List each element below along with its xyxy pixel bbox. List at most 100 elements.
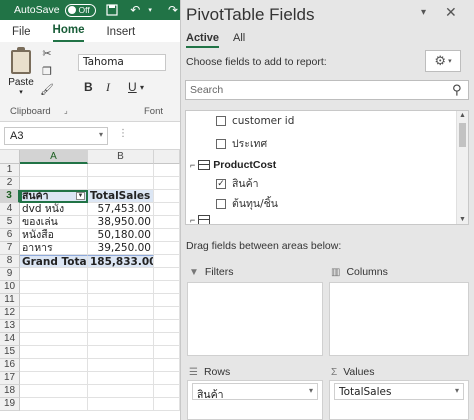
cell-c[interactable] <box>154 307 180 320</box>
chevron-down-icon[interactable]: ▾ <box>455 386 459 395</box>
cell-a[interactable]: Grand Total <box>20 255 88 268</box>
cell-b[interactable] <box>88 346 154 359</box>
cell-b[interactable] <box>88 385 154 398</box>
cell-a[interactable]: ของเล่น <box>20 216 88 229</box>
row-labels-filter-icon[interactable]: ▼ <box>76 192 85 200</box>
cell-a[interactable] <box>20 385 88 398</box>
italic-button[interactable]: I <box>106 80 110 95</box>
cell-b[interactable] <box>88 372 154 385</box>
row-header[interactable]: 4 <box>0 203 20 216</box>
field-cost-per-unit[interactable]: ต้นทุน/ชิ้น <box>216 195 278 212</box>
cell-c[interactable] <box>154 359 180 372</box>
row-header[interactable]: 15 <box>0 346 20 359</box>
row-header[interactable]: 18 <box>0 385 20 398</box>
paste-button[interactable]: Paste ▾ <box>6 47 36 100</box>
autosave-toggle[interactable]: Off <box>64 3 97 17</box>
clipboard-launcher-icon[interactable]: ⌟ <box>64 106 68 115</box>
cell-c[interactable] <box>154 320 180 333</box>
cell-c[interactable] <box>154 242 180 255</box>
cell-b[interactable]: TotalSales <box>88 190 154 203</box>
formula-bar-splitter[interactable]: ⋮ <box>118 128 129 139</box>
cell-b[interactable] <box>88 398 154 411</box>
tab-active[interactable]: Active <box>186 32 220 48</box>
table-next-partial[interactable]: ⌐ <box>190 215 213 224</box>
row-header[interactable]: 17 <box>0 372 20 385</box>
cell-a[interactable]: หนังสือ <box>20 229 88 242</box>
cell-c[interactable] <box>154 294 180 307</box>
save-icon[interactable] <box>105 3 119 17</box>
name-box-dropdown-icon[interactable]: ▾ <box>99 130 103 139</box>
worksheet-grid[interactable]: A B 1 2 3 สินค้า ▼ TotalSales 4 dvd หนัง 57,453.… <box>0 150 180 420</box>
cell-a[interactable] <box>20 294 88 307</box>
cell-c[interactable] <box>154 268 180 281</box>
cell-c[interactable] <box>154 346 180 359</box>
row-header[interactable]: 2 <box>0 177 20 190</box>
cell-b[interactable] <box>88 164 154 177</box>
field-customer-id[interactable]: customer id <box>216 115 294 127</box>
row-header[interactable]: 8 <box>0 255 20 268</box>
scroll-down-icon[interactable]: ▼ <box>459 216 466 223</box>
cell-c[interactable] <box>154 385 180 398</box>
cell-b[interactable]: 50,180.00 <box>88 229 154 242</box>
collapse-icon[interactable]: ⌐ <box>190 160 195 170</box>
cell-c[interactable] <box>154 281 180 294</box>
cell-a[interactable] <box>20 398 88 411</box>
search-input[interactable]: Search <box>185 80 469 100</box>
row-header[interactable]: 19 <box>0 398 20 411</box>
values-drop-area[interactable]: TotalSales ▾ <box>329 380 469 420</box>
cell-a[interactable] <box>20 281 88 294</box>
underline-button[interactable]: U <box>128 80 137 94</box>
tab-insert[interactable]: Insert <box>106 26 135 42</box>
cell-a[interactable] <box>20 372 88 385</box>
cell-a[interactable]: อาหาร <box>20 242 88 255</box>
scroll-thumb[interactable] <box>459 123 466 147</box>
tab-home[interactable]: Home <box>52 24 85 42</box>
row-header[interactable]: 6 <box>0 229 20 242</box>
row-header[interactable]: 3 <box>0 190 20 203</box>
cell-a[interactable] <box>20 333 88 346</box>
field-list[interactable]: customer id ประเทศ ⌐ ProductCost ✓ สินค้… <box>185 110 469 225</box>
column-header-b[interactable]: B <box>88 150 154 164</box>
values-field-chip[interactable]: TotalSales ▾ <box>334 383 464 400</box>
redo-icon[interactable]: ↷ <box>166 3 180 17</box>
row-header[interactable]: 10 <box>0 281 20 294</box>
cell-b[interactable]: 38,950.00 <box>88 216 154 229</box>
cell-b[interactable] <box>88 281 154 294</box>
cell-c[interactable] <box>154 203 180 216</box>
select-all-corner[interactable] <box>0 150 20 164</box>
cell-b[interactable]: 185,833.00 <box>88 255 154 268</box>
row-header[interactable]: 13 <box>0 320 20 333</box>
cell-c[interactable] <box>154 372 180 385</box>
name-box[interactable]: A3 ▾ <box>4 127 108 145</box>
row-header[interactable]: 9 <box>0 268 20 281</box>
pane-options-icon[interactable]: ▾ <box>421 7 426 18</box>
cell-c[interactable] <box>154 190 180 203</box>
tab-file[interactable]: File <box>12 26 31 42</box>
cell-c[interactable] <box>154 177 180 190</box>
font-name-select[interactable]: Tahoma <box>78 54 166 71</box>
cell-a[interactable]: dvd หนัง <box>20 203 88 216</box>
cell-b[interactable] <box>88 268 154 281</box>
cell-c[interactable] <box>154 216 180 229</box>
close-icon[interactable]: ✕ <box>445 4 457 21</box>
rows-drop-area[interactable]: สินค้า ▾ <box>187 380 323 420</box>
scroll-up-icon[interactable]: ▲ <box>459 112 466 119</box>
cell-c[interactable] <box>154 398 180 411</box>
checkbox-customer-id[interactable] <box>216 116 226 126</box>
row-header[interactable]: 5 <box>0 216 20 229</box>
checkbox-product[interactable]: ✓ <box>216 178 226 189</box>
checkbox-cost-per-unit[interactable] <box>216 198 226 209</box>
row-header[interactable]: 11 <box>0 294 20 307</box>
chevron-down-icon[interactable]: ▾ <box>309 386 313 395</box>
row-header[interactable]: 7 <box>0 242 20 255</box>
undo-dropdown-icon[interactable]: ▾ <box>143 3 157 17</box>
field-layout-button[interactable]: ⚙ ▾ <box>425 50 461 72</box>
undo-icon[interactable]: ↶ <box>128 3 142 17</box>
cell-a[interactable] <box>20 346 88 359</box>
cell-b[interactable]: 39,250.00 <box>88 242 154 255</box>
cell-c[interactable] <box>154 333 180 346</box>
column-header-c[interactable] <box>154 150 180 164</box>
cell-c[interactable] <box>154 255 180 268</box>
cell-b[interactable]: 57,453.00 <box>88 203 154 216</box>
cell-b[interactable] <box>88 307 154 320</box>
